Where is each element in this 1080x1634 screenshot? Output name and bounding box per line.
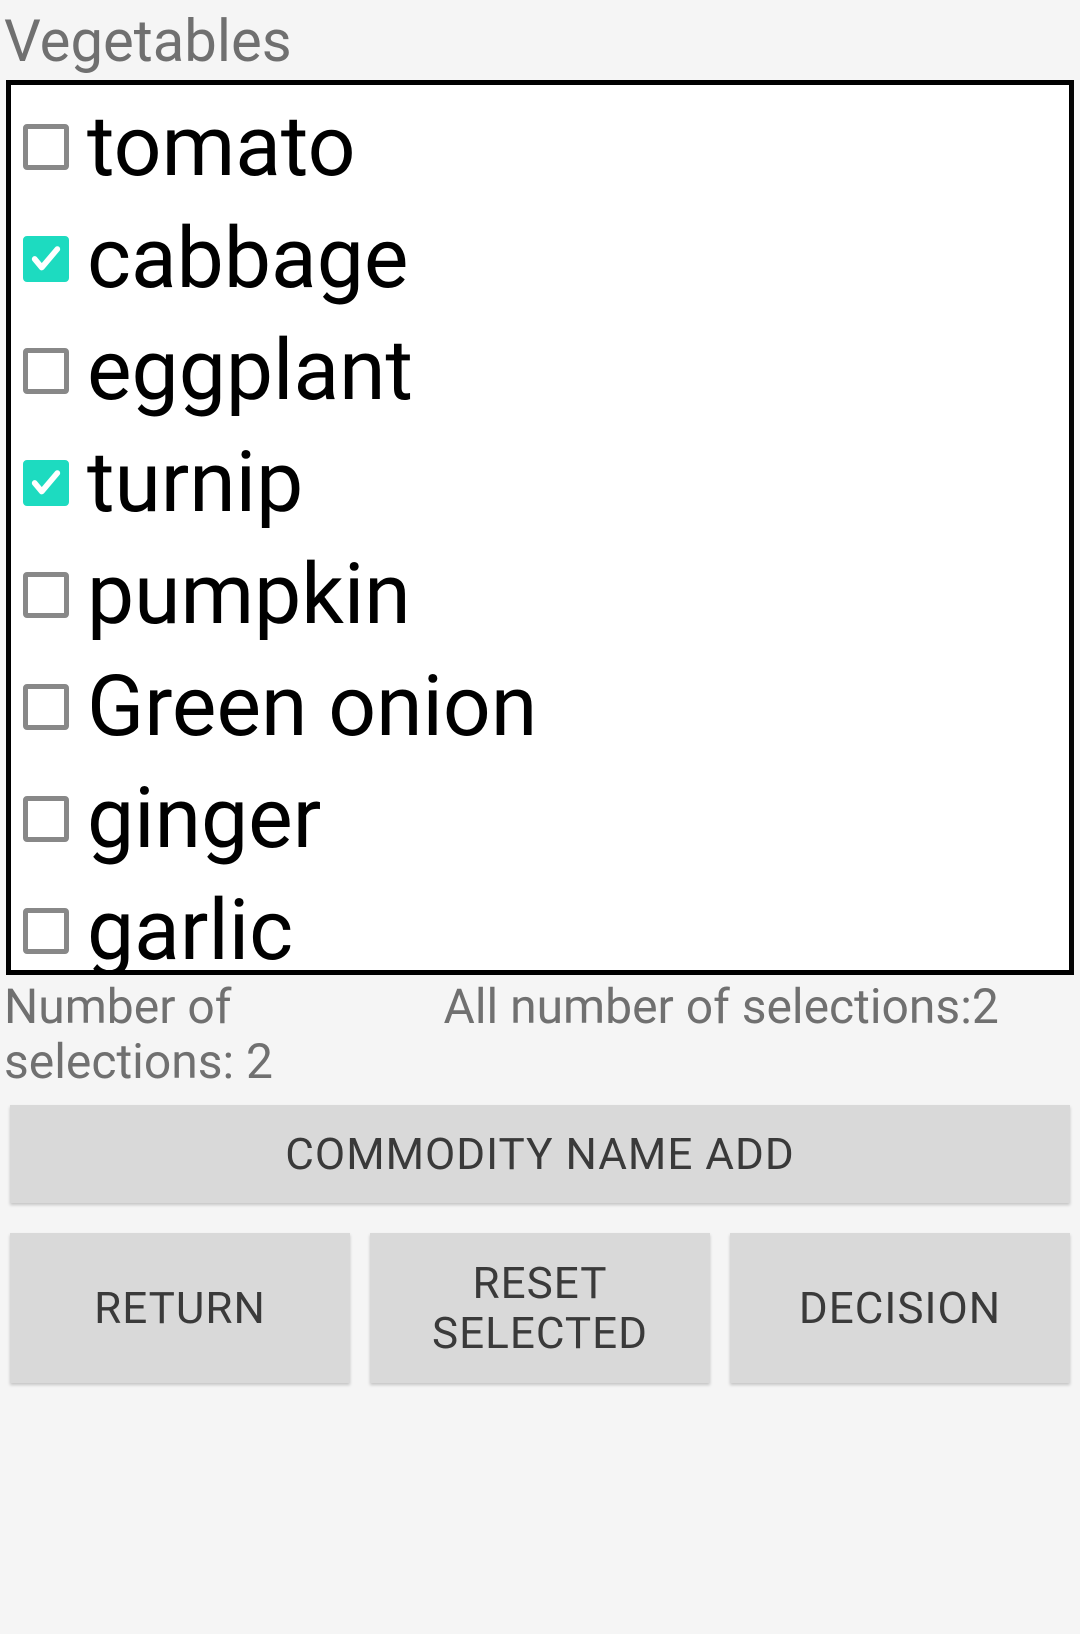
page-title: Vegetables <box>0 0 1080 80</box>
stats-row: Number of selections: 2 All number of se… <box>0 975 1080 1089</box>
list-item[interactable]: cabbage <box>19 203 1061 315</box>
checkbox[interactable] <box>23 684 69 730</box>
list-item[interactable]: tomato <box>19 91 1061 203</box>
checkbox[interactable] <box>23 460 69 506</box>
checkbox[interactable] <box>23 236 69 282</box>
item-label: cabbage <box>87 217 408 301</box>
item-label: ginger <box>87 777 321 861</box>
decision-button[interactable]: DECISION <box>730 1233 1070 1383</box>
item-label: Green onion <box>87 665 537 749</box>
selections-count: Number of selections: 2 <box>4 979 444 1089</box>
checkbox[interactable] <box>23 124 69 170</box>
checkbox[interactable] <box>23 908 69 954</box>
all-selections-count: All number of selections:2 <box>444 979 1076 1089</box>
list-item[interactable]: pumpkin <box>19 539 1061 651</box>
reset-selected-button[interactable]: RESET SELECTED <box>370 1233 710 1383</box>
item-label: pumpkin <box>87 553 411 637</box>
checkbox[interactable] <box>23 348 69 394</box>
list-item[interactable]: Green onion <box>19 651 1061 763</box>
checkbox[interactable] <box>23 796 69 842</box>
check-icon <box>29 466 63 500</box>
check-icon <box>29 242 63 276</box>
vegetable-list[interactable]: tomato cabbage eggplant turnip pumpkin G… <box>6 80 1074 975</box>
list-item[interactable]: turnip <box>19 427 1061 539</box>
list-item[interactable]: ginger <box>19 763 1061 875</box>
checkbox[interactable] <box>23 572 69 618</box>
commodity-add-button[interactable]: COMMODITY NAME ADD <box>10 1105 1070 1203</box>
list-item[interactable]: garlic <box>19 875 1061 975</box>
item-label: eggplant <box>87 329 413 413</box>
item-label: tomato <box>87 105 356 189</box>
return-button[interactable]: RETURN <box>10 1233 350 1383</box>
item-label: turnip <box>87 441 303 525</box>
item-label: garlic <box>87 889 293 973</box>
list-item[interactable]: eggplant <box>19 315 1061 427</box>
